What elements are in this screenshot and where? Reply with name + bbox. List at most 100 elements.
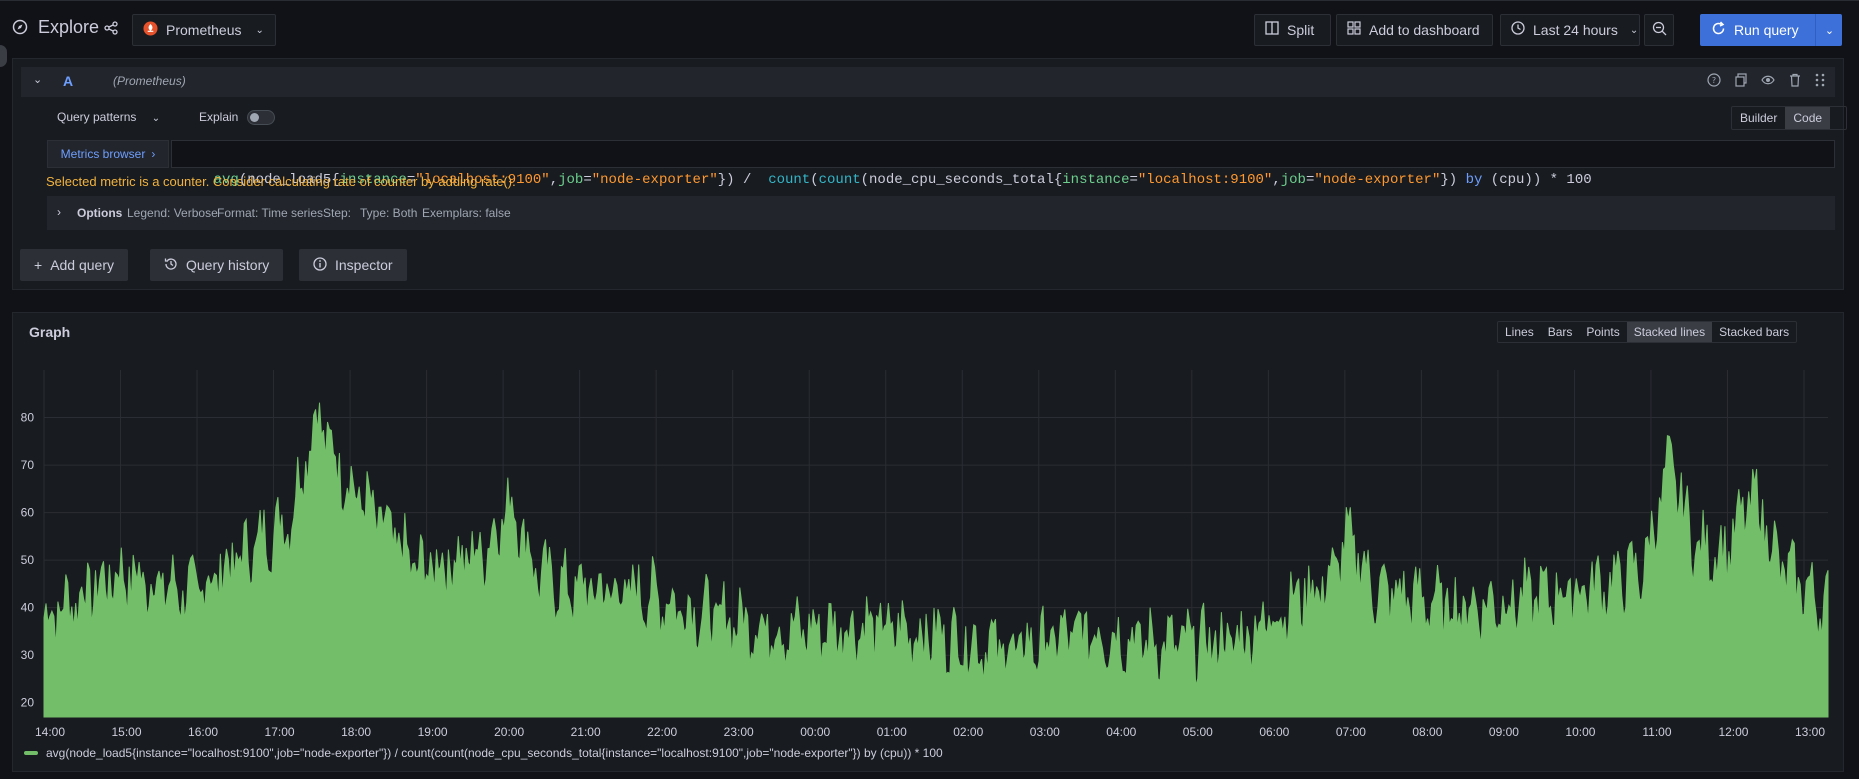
options-type: Type: Both (360, 206, 418, 220)
query-label-key: instance (1062, 172, 1130, 188)
explain-toggle[interactable] (247, 110, 275, 125)
help-icon[interactable]: ? (1707, 73, 1721, 90)
split-label: Split (1287, 22, 1315, 38)
add-to-dashboard-button[interactable]: Add to dashboard (1336, 14, 1493, 46)
mode-lines[interactable]: Lines (1498, 322, 1541, 342)
query-fn: count (818, 172, 861, 188)
x-tick-label: 10:00 (1565, 725, 1595, 739)
time-range-picker[interactable]: Last 24 hours ⌄ (1500, 14, 1640, 46)
zoom-out-button[interactable] (1644, 14, 1674, 46)
explain-label: Explain (199, 110, 239, 124)
page-title: Explore (38, 17, 100, 37)
graph-mode-switch: Lines Bars Points Stacked lines Stacked … (1497, 321, 1798, 343)
query-options-row[interactable]: › Options Legend: Verbose Format: Time s… (47, 196, 1835, 230)
clock-icon (1511, 21, 1525, 39)
query-patterns-dropdown[interactable]: Query patterns ⌄ (57, 110, 160, 124)
x-tick-label: 12:00 (1718, 725, 1748, 739)
split-button[interactable]: Split (1254, 14, 1331, 46)
add-query-button[interactable]: + Add query (20, 249, 129, 281)
mode-points[interactable]: Points (1579, 322, 1626, 342)
add-query-label: Add query (50, 257, 115, 273)
datasource-picker[interactable]: Prometheus ⌄ (132, 14, 276, 46)
x-tick-label: 03:00 (1030, 725, 1060, 739)
query-token: }) / (717, 172, 769, 188)
options-legend: Legend: Verbose (127, 206, 218, 220)
mode-bars[interactable]: Bars (1541, 322, 1580, 342)
query-token: , (549, 172, 559, 188)
query-expression-input[interactable]: avg(node_load5{instance="localhost:9100"… (171, 140, 1835, 188)
trash-icon[interactable] (1788, 73, 1802, 90)
y-tick-label: 60 (21, 506, 35, 520)
metrics-browser-button[interactable]: Metrics browser › (47, 140, 169, 168)
copy-icon[interactable] (1734, 73, 1748, 90)
options-exemplars: Exemplars: false (422, 206, 511, 220)
x-tick-label: 04:00 (1106, 725, 1136, 739)
svg-text:?: ? (1712, 76, 1716, 85)
query-letter[interactable]: A (63, 73, 73, 89)
query-patterns-label: Query patterns (57, 110, 137, 124)
x-tick-label: 16:00 (188, 725, 218, 739)
x-tick-label: 17:00 (265, 725, 295, 739)
options-step: Step: (323, 206, 352, 220)
x-tick-label: 02:00 (953, 725, 983, 739)
chevron-down-icon: ⌄ (255, 24, 264, 36)
x-tick-label: 15:00 (112, 725, 142, 739)
sidebar-handle[interactable] (0, 45, 7, 67)
query-token: (node_cpu_seconds_total{ (860, 172, 1063, 188)
x-tick-label: 21:00 (571, 725, 601, 739)
x-tick-label: 18:00 (341, 725, 371, 739)
inspector-button[interactable]: Inspector (299, 249, 407, 281)
query-token: (cpu)) * 100 (1482, 172, 1592, 188)
share-icon[interactable] (104, 21, 118, 38)
query-history-button[interactable]: Query history (150, 249, 284, 281)
query-token: }) (1440, 172, 1466, 188)
mode-stacked-lines[interactable]: Stacked lines (1626, 322, 1713, 342)
eye-icon[interactable] (1761, 73, 1775, 90)
drag-handle-icon[interactable] (1814, 73, 1826, 90)
chevron-right-icon: › (57, 205, 61, 219)
mode-stacked-bars[interactable]: Stacked bars (1712, 322, 1796, 342)
time-range-label: Last 24 hours (1533, 22, 1618, 38)
query-keyword: by (1465, 172, 1483, 188)
counter-warning: Selected metric is a counter. Consider c… (46, 174, 516, 189)
y-axis: 20 30 40 50 60 70 80 (21, 411, 35, 710)
x-tick-label: 20:00 (494, 725, 524, 739)
columns-icon (1265, 21, 1279, 39)
graph-plot[interactable]: 20 30 40 50 60 70 80 14:00 15:00 16:00 17:00 18:00… (0, 360, 1859, 740)
x-tick-label: 08:00 (1412, 725, 1442, 739)
collapse-chevron-icon[interactable]: ⌄ (33, 73, 42, 86)
query-fn: count (768, 172, 811, 188)
add-to-dashboard-label: Add to dashboard (1369, 22, 1480, 38)
x-tick-label: 09:00 (1489, 725, 1519, 739)
chevron-down-icon: ⌄ (1629, 24, 1639, 36)
chevron-down-icon: ⌄ (1824, 24, 1835, 37)
query-token: = (1129, 172, 1138, 188)
query-token: = (583, 172, 592, 188)
x-tick-label: 01:00 (877, 725, 907, 739)
top-bar: Explore Prometheus ⌄ Split Add to dashbo… (0, 0, 1859, 59)
x-tick-label: 19:00 (418, 725, 448, 739)
datasource-hint: (Prometheus) (113, 74, 186, 88)
refresh-icon (1711, 21, 1726, 39)
prometheus-icon (143, 21, 158, 39)
x-axis: 14:00 15:00 16:00 17:00 18:00 19:00 20:00 21:00… (35, 725, 1825, 739)
x-tick-label: 13:00 (1795, 725, 1825, 739)
zoom-out-icon (1652, 21, 1667, 39)
x-tick-label: 05:00 (1183, 725, 1213, 739)
builder-mode-tab[interactable]: Builder (1732, 107, 1785, 129)
compass-icon (12, 19, 28, 38)
y-tick-label: 50 (21, 553, 35, 567)
x-tick-label: 06:00 (1259, 725, 1289, 739)
query-label-value: "node-exporter" (591, 172, 718, 188)
code-mode-tab[interactable]: Code (1785, 107, 1831, 129)
run-query-options-button[interactable]: ⌄ (1815, 14, 1843, 46)
editor-mode-switch: Builder Code (1731, 106, 1847, 130)
x-tick-label: 00:00 (800, 725, 830, 739)
legend-item[interactable]: avg(node_load5{instance="localhost:9100"… (24, 746, 943, 760)
x-tick-label: 07:00 (1336, 725, 1366, 739)
query-token: ( (810, 172, 819, 188)
x-tick-label: 22:00 (647, 725, 677, 739)
y-tick-label: 20 (21, 696, 35, 710)
y-tick-label: 70 (21, 458, 35, 472)
y-tick-label: 30 (21, 648, 35, 662)
